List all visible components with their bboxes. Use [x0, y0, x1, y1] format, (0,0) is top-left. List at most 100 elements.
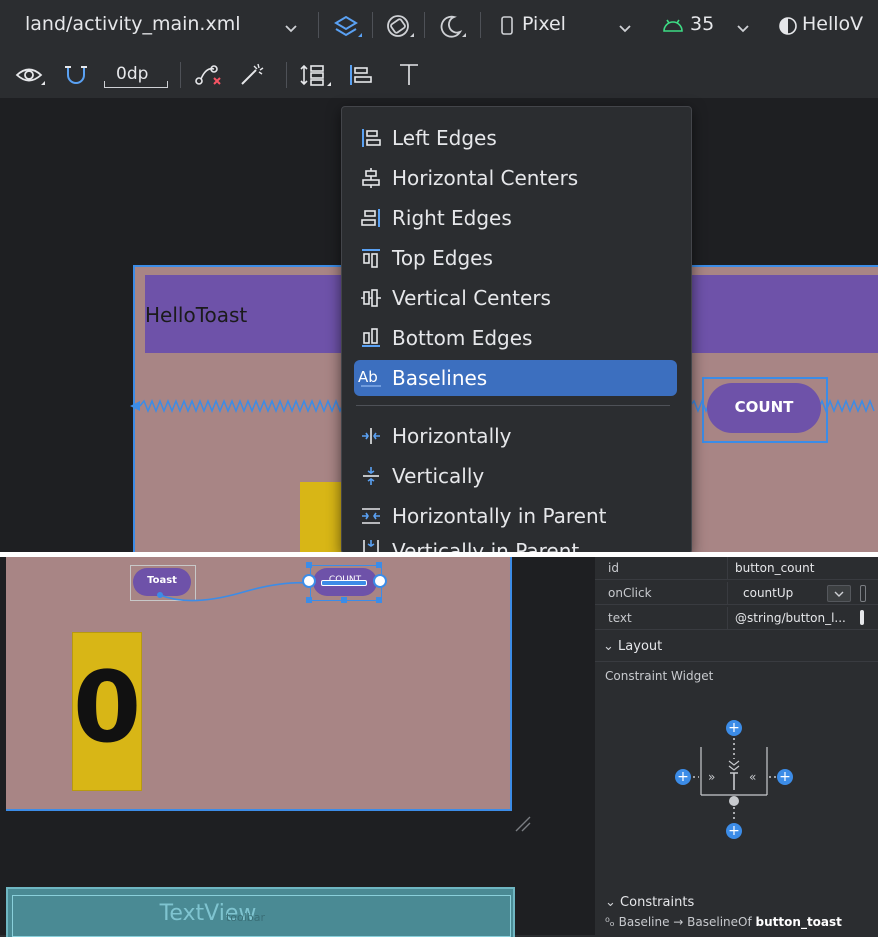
resize-handle-bottom[interactable] — [341, 597, 347, 603]
align-baselines-icon: Ab — [354, 367, 388, 389]
android-icon — [662, 17, 684, 37]
theme-icon — [778, 16, 798, 40]
layers-icon[interactable] — [330, 10, 366, 44]
margin-tick-left — [104, 81, 105, 88]
resize-handle-bl[interactable] — [306, 597, 312, 603]
align-icon[interactable] — [346, 61, 376, 89]
layout-section-header[interactable]: ⌄ Layout — [603, 639, 662, 654]
toolbar-divider — [480, 12, 481, 38]
align-top-edges-icon — [354, 247, 388, 269]
file-selector[interactable]: land/activity_main.xml — [12, 9, 310, 43]
chevron-down-icon: ⌄ — [603, 639, 614, 654]
attribute-value[interactable]: button_count — [735, 561, 814, 575]
center-vertically-icon — [354, 465, 388, 487]
theme-selector[interactable]: HelloV — [776, 9, 878, 43]
infer-constraints-icon[interactable] — [236, 61, 270, 89]
menu-item-left-edges[interactable]: Left Edges — [354, 120, 677, 156]
api-level: 35 — [690, 13, 715, 35]
toolbar-divider — [286, 62, 287, 88]
menu-item-bottom-edges[interactable]: Bottom Edges — [354, 320, 677, 356]
menu-item-vertically[interactable]: Vertically — [354, 458, 677, 494]
align-dropdown-menu: Left Edges Horizontal Centers Right Edge… — [341, 106, 692, 554]
orientation-icon[interactable] — [382, 10, 418, 44]
count-button[interactable]: COUNT — [707, 383, 821, 433]
left-anchor-handle[interactable] — [302, 574, 316, 588]
center-horizontally-icon — [354, 425, 388, 447]
attribute-row-text: text @string/button_l... — [595, 607, 878, 630]
chevron-down-icon: ⌄ — [605, 895, 616, 910]
file-name: land/activity_main.xml — [25, 13, 241, 35]
device-selector[interactable]: Pixel — [492, 9, 642, 43]
chevron-down-icon — [284, 19, 298, 38]
attribute-value[interactable]: countUp — [743, 586, 793, 600]
device-name: Pixel — [522, 13, 566, 35]
menu-item-horizontally-in-parent[interactable]: Horizontally in Parent — [354, 498, 677, 534]
attribute-value[interactable]: @string/button_l... — [735, 611, 846, 625]
add-bottom-constraint-icon[interactable]: + — [726, 823, 742, 839]
constraint-item[interactable]: ⁰ₒ Baseline → BaselineOf button_toast — [605, 915, 842, 929]
menu-item-label: Horizontally — [392, 424, 512, 448]
menu-item-label: Bottom Edges — [392, 326, 533, 350]
menu-item-label: Horizontally in Parent — [392, 504, 607, 528]
add-right-constraint-icon[interactable]: + — [777, 769, 793, 785]
align-bottom-edges-icon — [354, 327, 388, 349]
default-margin-selector[interactable]: 0dp — [102, 61, 172, 89]
align-left-edges-icon — [354, 127, 388, 149]
distribute-icon[interactable] — [394, 61, 424, 89]
resize-handle-tr[interactable] — [376, 562, 382, 568]
margin-underline — [104, 87, 168, 88]
menu-item-label: Vertically — [392, 464, 485, 488]
align-vertical-centers-icon — [354, 287, 388, 309]
magnet-icon[interactable] — [62, 61, 92, 89]
clear-constraints-icon[interactable] — [192, 61, 226, 89]
attribute-key: text — [608, 611, 632, 625]
right-anchor-handle[interactable] — [373, 574, 387, 588]
count-textview[interactable]: 0 — [72, 632, 142, 791]
design-canvas-bottom: Toast COUNT 0 TextView toolbar — [0, 557, 594, 937]
constraints-section-label: Constraints — [620, 895, 695, 910]
align-right-edges-icon — [354, 207, 388, 229]
toolbar-divider — [180, 62, 181, 88]
svg-text:Ab: Ab — [358, 368, 378, 386]
menu-item-vertical-centers[interactable]: Vertical Centers — [354, 280, 677, 316]
resize-handle-br[interactable] — [376, 597, 382, 603]
resize-corner-icon[interactable] — [512, 813, 534, 839]
menu-item-vertically-in-parent[interactable]: Vertically in Parent — [354, 538, 677, 552]
textview-lower[interactable]: TextView toolbar — [6, 887, 515, 937]
count-value: 0 — [73, 651, 142, 765]
menu-item-top-edges[interactable]: Top Edges — [354, 240, 677, 276]
onclick-indicator[interactable] — [860, 585, 866, 602]
column-divider — [727, 557, 728, 579]
resize-handle-tl[interactable] — [306, 562, 312, 568]
column-divider — [727, 607, 728, 629]
constraint-widget-title: Constraint Widget — [605, 669, 714, 683]
menu-item-label: Right Edges — [392, 206, 512, 230]
menu-item-label: Baselines — [392, 366, 488, 390]
menu-item-baselines[interactable]: Ab Baselines — [354, 360, 677, 396]
chevron-down-icon — [736, 19, 750, 38]
menu-item-horizontal-centers[interactable]: Horizontal Centers — [354, 160, 677, 196]
eye-icon[interactable] — [14, 61, 48, 89]
count-textview-partial — [300, 482, 342, 552]
api-level-selector[interactable]: 35 — [660, 9, 760, 43]
margin-tick-right — [167, 81, 168, 88]
menu-item-label: Top Edges — [392, 246, 493, 270]
app-title: HelloToast — [145, 303, 248, 327]
menu-separator — [356, 405, 670, 406]
center-horizontally-parent-icon — [354, 505, 388, 527]
menu-item-horizontally[interactable]: Horizontally — [354, 418, 677, 454]
align-horizontal-centers-icon — [354, 167, 388, 189]
layout-section-label: Layout — [618, 639, 663, 654]
constraints-section-header[interactable]: ⌄ Constraints — [605, 895, 694, 910]
constraint-target: button_toast — [755, 915, 842, 929]
night-mode-icon[interactable] — [434, 10, 470, 44]
baseline-handle[interactable] — [321, 580, 367, 586]
menu-item-right-edges[interactable]: Right Edges — [354, 200, 677, 236]
add-top-constraint-icon[interactable]: + — [726, 720, 742, 736]
text-indicator[interactable] — [860, 610, 864, 625]
guidelines-icon[interactable] — [298, 61, 336, 89]
menu-item-label: Vertically in Parent — [392, 539, 580, 552]
count-button-label: COUNT — [734, 398, 794, 416]
add-left-constraint-icon[interactable]: + — [675, 769, 691, 785]
onclick-dropdown[interactable] — [827, 585, 851, 602]
